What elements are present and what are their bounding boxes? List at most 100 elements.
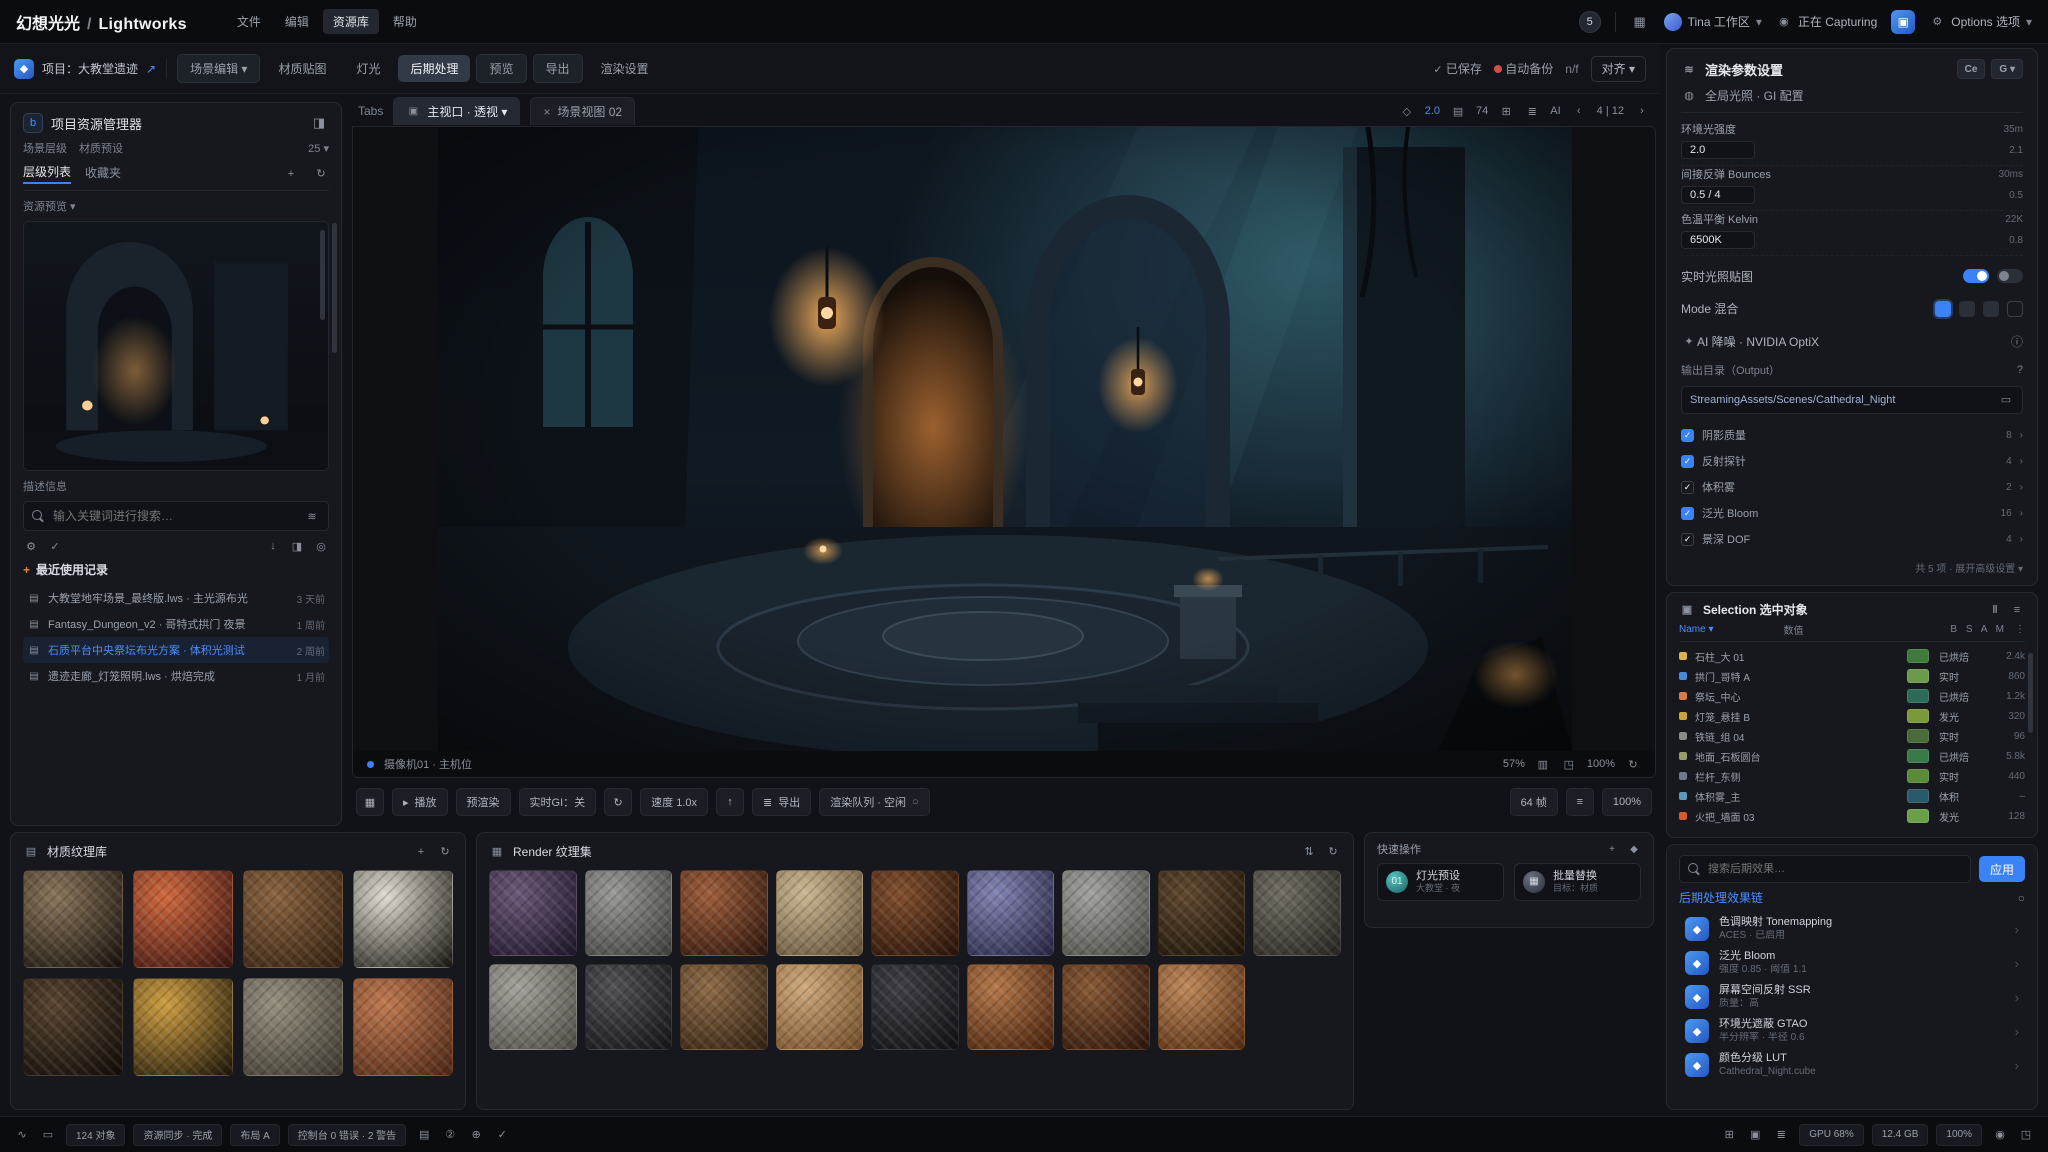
status-chip[interactable]: 124 对象 xyxy=(66,1124,125,1146)
quick-action-batch-replace[interactable]: ▦ 批量替换 目标：材质 xyxy=(1514,863,1641,901)
expand-icon[interactable]: ◳ xyxy=(1561,756,1577,772)
list-icon[interactable]: ≡ xyxy=(2009,602,2025,618)
folder-icon[interactable]: ▭ xyxy=(1998,392,2014,408)
texture-swatch[interactable] xyxy=(585,870,673,956)
zoom-level[interactable]: 2.0 xyxy=(1425,105,1440,117)
texture-swatch[interactable] xyxy=(1062,870,1150,956)
checklist-row[interactable]: ✓ 泛光 Bloom 16 › xyxy=(1681,500,2023,526)
recent-item[interactable]: ▤ Fantasy_Dungeon_v2 · 哥特式拱门 夜景 1 周前 xyxy=(23,611,329,637)
kebab-icon[interactable]: ⋮ xyxy=(2015,624,2025,635)
dock-panel-icon[interactable]: ◨ xyxy=(309,113,329,133)
selection-row[interactable]: 祭坛_中心 已烘焙 1.2k xyxy=(1679,686,2025,706)
effect-item[interactable]: ◆ 环境光遮蔽 GTAO 半分辨率 · 半径 0.6 › xyxy=(1679,1014,2025,1048)
terminal-icon[interactable]: ▣ xyxy=(1747,1127,1763,1143)
play-button[interactable]: ▸播放 xyxy=(392,788,448,816)
recent-item[interactable]: ▤ 大教堂地牢场景_最终版.lws · 主光源布光 3 天前 xyxy=(23,585,329,611)
target-icon[interactable]: ◎ xyxy=(313,538,329,554)
grid-icon[interactable]: ▦ xyxy=(1630,12,1650,32)
texture-swatch[interactable] xyxy=(585,964,673,1050)
sort-icon[interactable]: ⇅ xyxy=(1301,844,1317,860)
texture-swatch[interactable] xyxy=(243,870,343,968)
selection-row[interactable]: 火把_墙面 03 发光 128 xyxy=(1679,806,2025,826)
texture-swatch[interactable] xyxy=(1158,870,1246,956)
viewport-tab-alt[interactable]: × 场景视图 02 xyxy=(530,97,635,125)
collapse-icon[interactable]: ○ xyxy=(2018,891,2025,905)
ribbon-tab[interactable]: 后期处理 xyxy=(398,55,470,82)
apply-button[interactable]: 应用 xyxy=(1979,856,2025,882)
texture-swatch[interactable] xyxy=(776,870,864,956)
status-chip[interactable]: 资源同步 · 完成 xyxy=(133,1124,222,1146)
close-icon[interactable]: × xyxy=(543,105,550,119)
add-icon[interactable]: + xyxy=(1605,842,1619,856)
external-link-icon[interactable]: ↗ xyxy=(146,62,156,76)
checkbox-icon[interactable]: ✓ xyxy=(1681,481,1694,494)
layers-icon[interactable]: ▤ xyxy=(1450,103,1466,119)
next-frame-icon[interactable]: › xyxy=(1634,103,1650,119)
effect-item[interactable]: ◆ 色调映射 Tonemapping ACES · 已启用 › xyxy=(1679,912,2025,946)
texture-swatch[interactable] xyxy=(871,964,959,1050)
mode-chip-blue[interactable] xyxy=(1935,301,1951,317)
denoise-row[interactable]: ✦ AI 降噪 · NVIDIA OptiX ⓘ xyxy=(1681,329,2023,354)
fit-level[interactable]: 100% xyxy=(1587,758,1615,770)
texture-swatch[interactable] xyxy=(133,978,233,1076)
refresh-icon[interactable]: ↻ xyxy=(313,166,329,182)
upload-button[interactable]: ↑ xyxy=(716,788,744,816)
user-menu[interactable]: Tina 工作区 ▾ xyxy=(1664,13,1762,31)
param-value[interactable]: 2.0 xyxy=(1681,141,1755,159)
asset-preview-thumbnail[interactable] xyxy=(23,221,329,471)
viewport-tab-main[interactable]: ▣ 主视口 · 透视 ▾ xyxy=(393,97,520,125)
texture-swatch[interactable] xyxy=(23,870,123,968)
props-hint-a[interactable]: Ce xyxy=(1957,59,1986,79)
selection-row[interactable]: 灯笼_悬挂 B 发光 320 xyxy=(1679,706,2025,726)
mode-chip-custom[interactable] xyxy=(2007,301,2023,317)
selection-row[interactable]: 地面_石板圆台 已烘焙 5.8k xyxy=(1679,746,2025,766)
refresh-icon[interactable]: ↻ xyxy=(1625,756,1641,772)
refresh-icon[interactable]: ↻ xyxy=(1325,844,1341,860)
menu-item[interactable]: 帮助 xyxy=(383,9,427,34)
ribbon-tab[interactable]: 材质贴图 xyxy=(266,55,338,82)
texture-swatch[interactable] xyxy=(489,964,577,1050)
thumbnail-scrollbar[interactable] xyxy=(320,230,325,320)
refresh-icon[interactable]: ↻ xyxy=(437,844,453,860)
subtab-hierarchy[interactable]: 场景层级 xyxy=(23,140,67,156)
status-chip[interactable]: 控制台 0 错误 · 2 警告 xyxy=(288,1124,406,1146)
texture-swatch[interactable] xyxy=(967,964,1055,1050)
check-icon[interactable]: ✓ xyxy=(47,538,63,554)
prev-frame-icon[interactable]: ‹ xyxy=(1571,103,1587,119)
camera-name[interactable]: 摄像机01 · 主机位 xyxy=(384,756,472,772)
layout-grid-button[interactable]: ▦ xyxy=(356,788,384,816)
list-icon[interactable]: ≣ xyxy=(1524,103,1540,119)
param-value[interactable]: 0.5 / 4 xyxy=(1681,186,1755,204)
checklist-row[interactable]: ✓ 阴影质量 8 › xyxy=(1681,422,2023,448)
expand-icon[interactable]: ◳ xyxy=(2018,1127,2034,1143)
selection-row[interactable]: 铁链_组 04 实时 96 xyxy=(1679,726,2025,746)
param-value[interactable]: 6500K xyxy=(1681,231,1755,249)
list-icon[interactable]: ≣ xyxy=(1773,1127,1789,1143)
texture-swatch[interactable] xyxy=(353,978,453,1076)
recent-item[interactable]: ▤ 石质平台中央祭坛布光方案 · 体积光测试 2 周前 xyxy=(23,637,329,663)
viewport-3d-scene[interactable] xyxy=(438,127,1572,751)
ai-toggle[interactable]: AI xyxy=(1550,105,1560,117)
texture-swatch[interactable] xyxy=(1158,964,1246,1050)
tab-hierarchy-list[interactable]: 层级列表 xyxy=(23,163,71,184)
texture-swatch[interactable] xyxy=(776,964,864,1050)
checkbox-icon[interactable]: ✓ xyxy=(1681,533,1694,546)
options-menu[interactable]: ⚙ Options 选项 ▾ xyxy=(1929,13,2032,30)
menu-item[interactable]: 编辑 xyxy=(275,9,319,34)
texture-swatch[interactable] xyxy=(680,870,768,956)
check-icon[interactable]: ✓ xyxy=(494,1127,510,1143)
texture-swatch[interactable] xyxy=(1253,870,1341,956)
split-view-icon[interactable]: ◨ xyxy=(289,538,305,554)
advanced-settings-link[interactable]: 共 5 项 · 展开高级设置 ▾ xyxy=(1681,560,2023,575)
info-icon[interactable]: ⓘ xyxy=(2011,333,2023,350)
import-icon[interactable]: ↓ xyxy=(265,538,281,554)
texture-swatch[interactable] xyxy=(1062,964,1150,1050)
checkbox-icon[interactable]: ✓ xyxy=(1681,507,1694,520)
zoom-fit-button[interactable]: 100% xyxy=(1602,788,1652,816)
cube-icon[interactable]: ◇ xyxy=(1399,103,1415,119)
subtab-presets[interactable]: 材质预设 xyxy=(79,140,123,156)
selection-row[interactable]: 拱门_哥特 A 实时 860 xyxy=(1679,666,2025,686)
speed-button[interactable]: 速度 1.0x xyxy=(640,788,708,816)
layers-icon[interactable]: ▤ xyxy=(416,1127,432,1143)
texture-swatch[interactable] xyxy=(489,870,577,956)
